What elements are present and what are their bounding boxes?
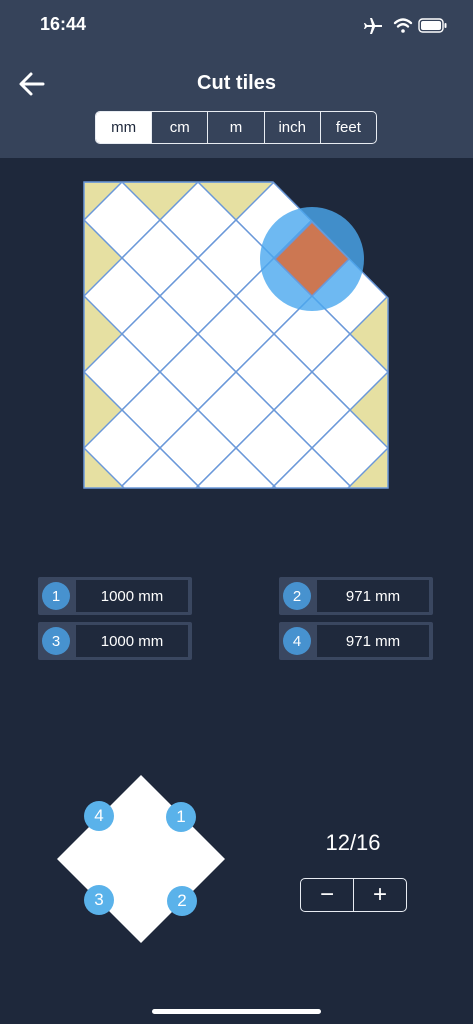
measurement-2: 2 971 mm [279,577,433,615]
header: 16:44 Cut tiles mm cm m inch feet [0,0,473,158]
corner-badge-3: 3 [84,885,114,915]
wifi-icon [393,18,413,33]
measurement-badge: 1 [42,582,70,610]
unit-option-mm[interactable]: mm [96,112,152,143]
highlighted-cut-tile[interactable] [260,207,364,311]
home-indicator [152,1009,321,1014]
unit-option-cm[interactable]: cm [151,112,207,143]
tile-preview: 4 1 3 2 [55,773,227,945]
unit-option-feet[interactable]: feet [319,112,376,143]
increment-button[interactable]: + [353,879,406,911]
tile-stepper: − + [300,878,407,912]
battery-icon [418,18,447,33]
status-icons [364,18,447,34]
unit-option-m[interactable]: m [207,112,263,143]
unit-selector: mm cm m inch feet [95,111,377,144]
corner-badge-2: 2 [167,886,197,916]
status-time: 16:44 [40,14,87,34]
measurement-field[interactable]: 971 mm [317,580,429,612]
measurement-field[interactable]: 1000 mm [76,625,188,657]
measurement-4: 4 971 mm [279,622,433,660]
airplane-icon [364,18,382,34]
measurement-badge: 4 [283,627,311,655]
corner-badge-4: 4 [84,801,114,831]
measurement-3: 3 1000 mm [38,622,192,660]
measurement-field[interactable]: 971 mm [317,625,429,657]
page-title: Cut tiles [197,72,276,94]
unit-option-inch[interactable]: inch [263,112,320,143]
corner-badge-1: 1 [166,802,196,832]
measurement-1: 1 1000 mm [38,577,192,615]
measurement-field[interactable]: 1000 mm [76,580,188,612]
decrement-button[interactable]: − [301,879,353,911]
tile-counter: 12/16 [325,830,381,855]
measurement-badge: 3 [42,627,70,655]
tile-pattern [83,181,389,489]
tile-diamond [57,775,225,943]
measurement-badge: 2 [283,582,311,610]
